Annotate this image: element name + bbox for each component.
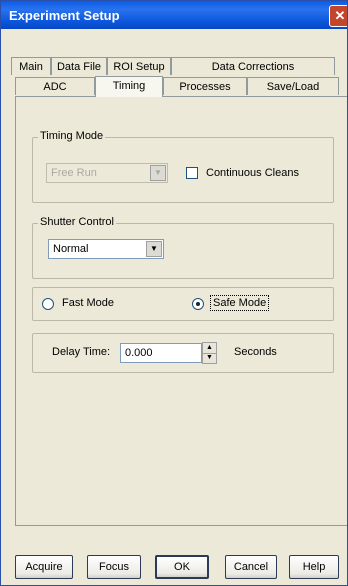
chevron-down-icon[interactable]: ▼ — [146, 241, 162, 257]
tab-data-corrections[interactable]: Data Corrections — [171, 57, 335, 75]
help-button[interactable]: Help — [289, 555, 339, 579]
delay-unit-label: Seconds — [234, 346, 277, 358]
delay-spinner[interactable]: ▲ ▼ — [202, 342, 217, 364]
tab-main[interactable]: Main — [11, 57, 51, 75]
shutter-control-value: Normal — [53, 243, 89, 255]
title-bar[interactable]: Experiment Setup ✕ — [1, 1, 347, 29]
focus-button[interactable]: Focus — [87, 555, 141, 579]
timing-mode-legend: Timing Mode — [38, 130, 106, 142]
tab-processes[interactable]: Processes — [163, 77, 247, 95]
acquire-button[interactable]: Acquire — [15, 555, 73, 579]
cancel-button[interactable]: Cancel — [225, 555, 277, 579]
spin-down-icon[interactable]: ▼ — [203, 353, 216, 363]
tab-roi-setup[interactable]: ROI Setup — [107, 57, 171, 75]
tab-data-file[interactable]: Data File — [51, 57, 107, 75]
fast-mode-radio[interactable] — [42, 298, 54, 310]
fast-mode-label[interactable]: Fast Mode — [62, 297, 114, 309]
close-icon[interactable]: ✕ — [329, 5, 347, 27]
continuous-cleans-label: Continuous Cleans — [206, 167, 299, 179]
chevron-down-icon: ▼ — [150, 165, 166, 181]
continuous-cleans-checkbox[interactable] — [186, 167, 198, 179]
shutter-control-select[interactable]: Normal ▼ — [48, 239, 164, 259]
window-title: Experiment Setup — [9, 8, 120, 23]
timing-panel: Timing Mode Free Run ▼ Continuous Cleans… — [15, 96, 347, 526]
safe-mode-label[interactable]: Safe Mode — [210, 295, 270, 311]
delay-time-input[interactable]: 0.000 — [120, 343, 202, 363]
ok-button[interactable]: OK — [155, 555, 209, 579]
tab-timing[interactable]: Timing — [95, 76, 163, 97]
shutter-control-legend: Shutter Control — [38, 216, 116, 228]
timing-mode-value: Free Run — [51, 167, 97, 179]
delay-time-value: 0.000 — [125, 347, 153, 359]
timing-mode-select: Free Run ▼ — [46, 163, 168, 183]
safe-mode-radio[interactable] — [192, 298, 204, 310]
experiment-setup-dialog: Experiment Setup ✕ Main Data File ROI Se… — [0, 0, 348, 586]
tab-save-load[interactable]: Save/Load — [247, 77, 339, 95]
delay-time-label: Delay Time: — [52, 346, 111, 358]
tab-adc[interactable]: ADC — [15, 77, 95, 95]
